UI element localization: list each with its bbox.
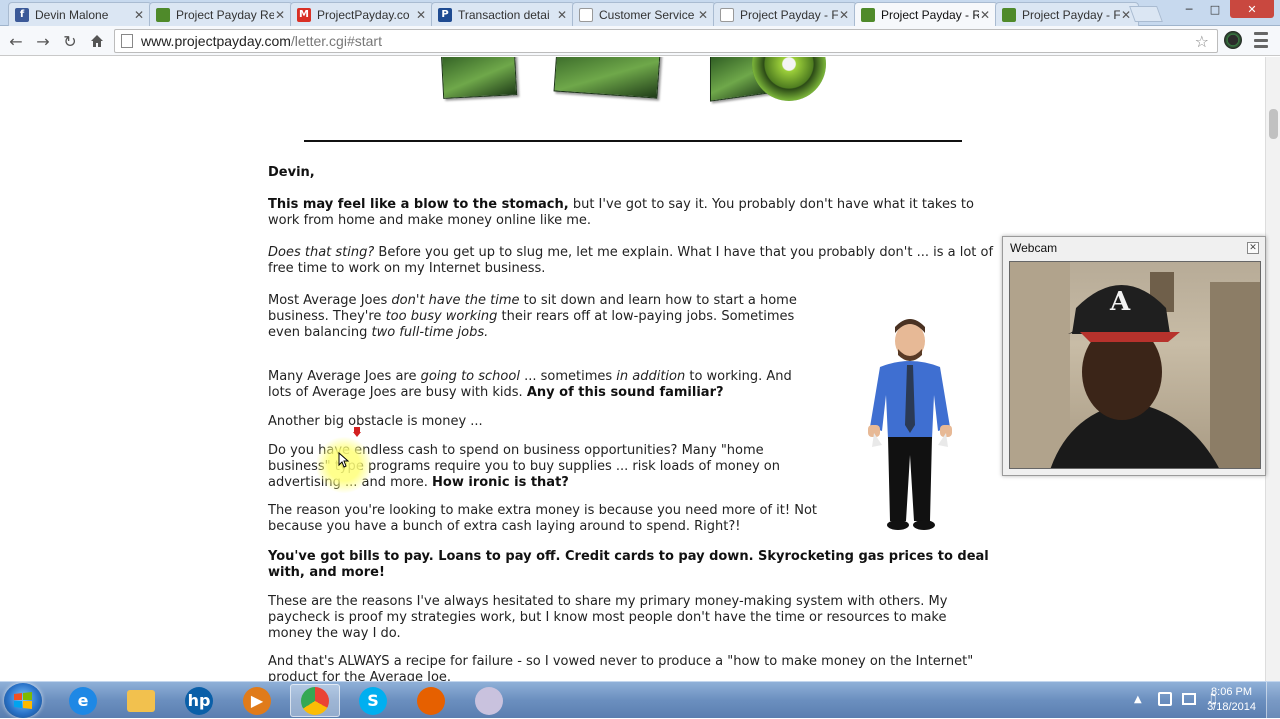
letter-paragraph-10: And that's ALWAYS a recipe for failure -… bbox=[268, 654, 974, 681]
letter-paragraph-9: These are the reasons I've always hesita… bbox=[268, 594, 948, 641]
letter-paragraph-5: Another big obstacle is money ... bbox=[268, 414, 483, 429]
browser-tab[interactable]: Customer Service ✕ bbox=[572, 2, 716, 26]
windows-taskbar: e hp ▶ S ▲ ♫ 8:06 PM 3/18/2014 bbox=[0, 681, 1280, 719]
screen-recorder-icon bbox=[475, 686, 503, 715]
webcam-feed: A bbox=[1009, 261, 1261, 469]
taskbar-app-internet-explorer[interactable]: e bbox=[58, 684, 108, 717]
forward-button[interactable]: → bbox=[32, 30, 54, 52]
address-url: www.projectpayday.com/letter.cgi#start bbox=[141, 33, 382, 49]
close-window-button[interactable]: ✕ bbox=[1230, 0, 1274, 18]
clock-date: 3/18/2014 bbox=[1207, 701, 1256, 713]
svg-text:A: A bbox=[1109, 287, 1131, 317]
minimize-button[interactable]: ─ bbox=[1176, 0, 1202, 18]
page-icon bbox=[121, 34, 133, 48]
product-cd-image bbox=[752, 57, 826, 101]
system-tray: ▲ ♫ 8:06 PM 3/18/2014 bbox=[1120, 682, 1280, 719]
browser-tab[interactable]: Project Payday - F ✕ bbox=[713, 2, 857, 26]
firefox-icon bbox=[417, 686, 445, 715]
tab-label: Customer Service bbox=[599, 7, 695, 22]
browser-tab-strip: f Devin Malone ✕ Project Payday Re ✕ M Project… bbox=[0, 0, 1280, 26]
webcam-title: Webcam bbox=[1010, 241, 1058, 255]
projectpayday-favicon-icon bbox=[861, 7, 875, 22]
letter-paragraph-2: Does that sting? Before you get up to sl… bbox=[268, 245, 994, 276]
windows-logo-icon bbox=[14, 691, 32, 709]
show-desktop-button[interactable] bbox=[1266, 682, 1280, 719]
browser-tab[interactable]: P Transaction detai ✕ bbox=[431, 2, 575, 26]
show-hidden-icons[interactable]: ▲ bbox=[1134, 694, 1142, 705]
letter-paragraph-3: Most Average Joes don't have the time to… bbox=[268, 293, 797, 340]
tab-close-icon[interactable]: ✕ bbox=[274, 8, 286, 22]
browser-tab[interactable]: Project Payday - F ✕ bbox=[995, 2, 1139, 26]
letter-paragraph-8: You've got bills to pay. Loans to pay of… bbox=[268, 549, 989, 580]
maximize-button[interactable]: □ bbox=[1202, 0, 1228, 18]
taskbar-app-hp[interactable]: hp bbox=[174, 684, 224, 717]
page-favicon-icon bbox=[720, 7, 734, 22]
browser-tab[interactable]: M ProjectPayday.co ✕ bbox=[290, 2, 434, 26]
mouse-cursor-icon bbox=[338, 452, 350, 468]
tab-label: Project Payday - R bbox=[881, 7, 979, 22]
tab-label: Devin Malone bbox=[35, 7, 109, 22]
new-tab-button[interactable] bbox=[1129, 6, 1163, 22]
letter-paragraph-7: The reason you're looking to make extra … bbox=[268, 503, 818, 534]
tab-label: Project Payday - F bbox=[740, 7, 838, 22]
paypal-favicon-icon: P bbox=[438, 7, 452, 22]
bookmark-star-icon[interactable]: ☆ bbox=[1195, 32, 1209, 51]
tab-label: Transaction detai bbox=[458, 7, 550, 22]
internet-explorer-icon: e bbox=[69, 686, 97, 715]
tab-close-icon[interactable]: ✕ bbox=[133, 8, 145, 22]
page-favicon-icon bbox=[579, 7, 593, 22]
projectpayday-favicon-icon bbox=[1002, 7, 1016, 22]
browser-tab[interactable]: f Devin Malone ✕ bbox=[8, 2, 152, 26]
browser-tab[interactable]: Project Payday Re ✕ bbox=[149, 2, 293, 26]
scrollbar-thumb[interactable] bbox=[1269, 109, 1278, 139]
browser-tab[interactable]: Project Payday - R ✕ bbox=[854, 2, 998, 26]
home-button[interactable] bbox=[86, 30, 108, 52]
chrome-icon bbox=[301, 686, 329, 715]
taskbar-app-chrome[interactable] bbox=[290, 684, 340, 717]
back-button[interactable]: ← bbox=[5, 30, 27, 52]
browser-toolbar: ← → ↻ www.projectpayday.com/letter.cgi#s… bbox=[0, 26, 1280, 56]
projectpayday-favicon-icon bbox=[156, 7, 170, 22]
reload-button[interactable]: ↻ bbox=[59, 30, 81, 52]
page-scrollbar[interactable] bbox=[1265, 57, 1280, 681]
file-explorer-icon bbox=[127, 689, 155, 712]
taskbar-app-skype[interactable]: S bbox=[348, 684, 398, 717]
tab-label: ProjectPayday.co bbox=[317, 7, 410, 22]
facebook-favicon-icon: f bbox=[15, 7, 29, 22]
tab-close-icon[interactable]: ✕ bbox=[415, 8, 427, 22]
tab-label: Project Payday - F bbox=[1022, 7, 1120, 22]
media-player-icon: ▶ bbox=[243, 686, 271, 715]
taskbar-app-file-explorer[interactable] bbox=[116, 684, 166, 717]
taskbar-app-firefox[interactable] bbox=[406, 684, 456, 717]
webcam-window[interactable]: Webcam ✕ A bbox=[1002, 236, 1266, 476]
tab-label: Project Payday Re bbox=[176, 7, 274, 22]
hp-icon: hp bbox=[185, 686, 213, 715]
letter-greeting: Devin, bbox=[268, 165, 315, 180]
section-divider bbox=[304, 140, 962, 142]
system-clock[interactable]: 8:06 PM 3/18/2014 bbox=[1207, 685, 1256, 715]
tab-close-icon[interactable]: ✕ bbox=[979, 8, 991, 22]
tab-close-icon[interactable]: ✕ bbox=[838, 8, 850, 22]
clock-time: 8:06 PM bbox=[1211, 686, 1253, 698]
start-button[interactable] bbox=[4, 683, 42, 718]
extension-icon[interactable] bbox=[1224, 31, 1242, 49]
chrome-menu-icon[interactable] bbox=[1254, 32, 1268, 48]
action-center-icon[interactable] bbox=[1158, 692, 1172, 706]
network-icon[interactable] bbox=[1182, 693, 1196, 705]
tab-close-icon[interactable]: ✕ bbox=[697, 8, 709, 22]
letter-paragraph-1: This may feel like a blow to the stomach… bbox=[268, 197, 974, 228]
taskbar-app-media-player[interactable]: ▶ bbox=[232, 684, 282, 717]
tab-close-icon[interactable]: ✕ bbox=[556, 8, 568, 22]
product-ebook-image bbox=[440, 57, 518, 99]
webcam-close-button[interactable]: ✕ bbox=[1247, 242, 1259, 254]
letter-paragraph-4: Many Average Joes are going to school ..… bbox=[268, 369, 792, 400]
gmail-favicon-icon: M bbox=[297, 7, 311, 22]
taskbar-app-screen-recorder[interactable] bbox=[464, 684, 514, 717]
product-ebook-stack-image bbox=[553, 57, 661, 99]
empty-pockets-man-image bbox=[868, 319, 952, 530]
address-bar[interactable]: www.projectpayday.com/letter.cgi#start ☆ bbox=[114, 29, 1218, 53]
skype-icon: S bbox=[359, 686, 387, 715]
cursor-click-indicator bbox=[353, 427, 361, 437]
